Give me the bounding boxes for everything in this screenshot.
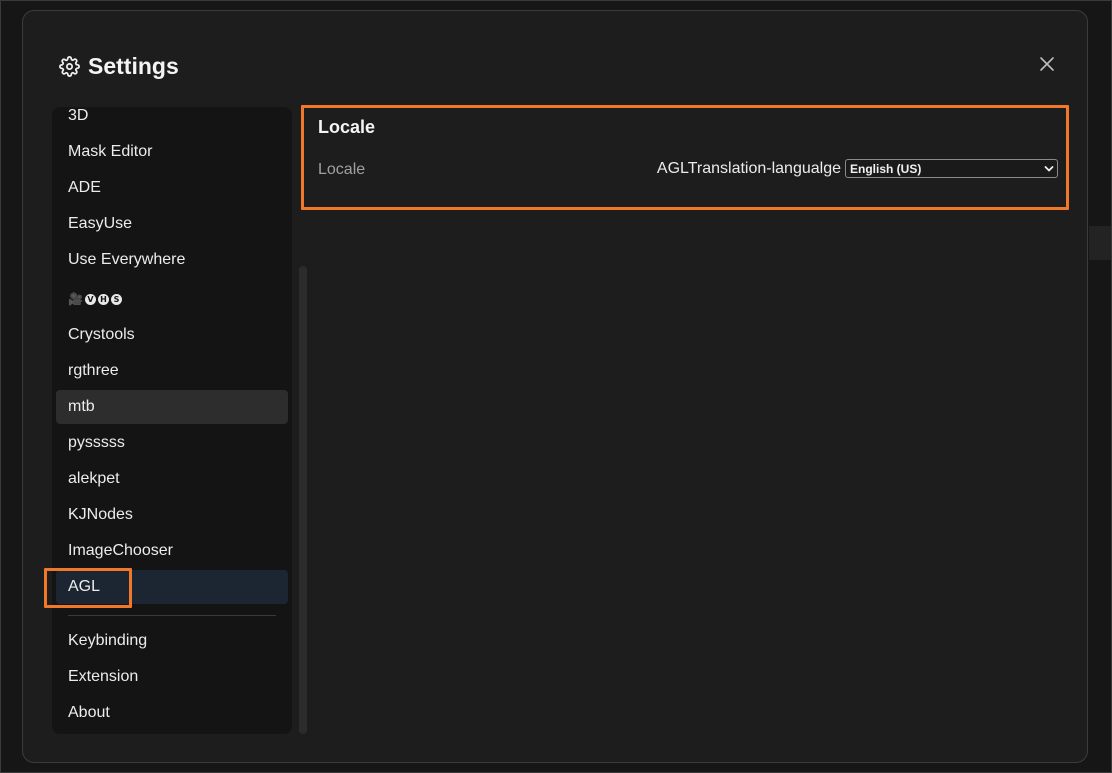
sidebar-item-label: About bbox=[68, 704, 110, 721]
sidebar-item-mask-editor[interactable]: Mask Editor bbox=[56, 135, 288, 169]
circled-v-icon: V bbox=[84, 293, 96, 305]
close-icon[interactable] bbox=[1039, 56, 1055, 77]
sidebar-item-3d[interactable]: 3D bbox=[56, 107, 288, 133]
sidebar-item-label: alekpet bbox=[68, 470, 120, 487]
locale-setting-control: AGLTranslation-langualge English (US) bbox=[657, 159, 1058, 178]
sidebar-item-extension[interactable]: Extension bbox=[56, 660, 288, 694]
sidebar-item-label: 3D bbox=[68, 107, 89, 124]
sidebar-item-label: Use Everywhere bbox=[68, 251, 186, 268]
dialog-header: Settings bbox=[59, 51, 179, 81]
language-select-value: English (US) bbox=[850, 161, 922, 176]
close-button[interactable] bbox=[1036, 55, 1058, 77]
background-panel bbox=[1089, 226, 1111, 260]
vhs-label: 🎥 V H S bbox=[68, 292, 122, 306]
sidebar-item-crystools[interactable]: Crystools bbox=[56, 318, 288, 352]
sidebar-item-alekpet[interactable]: alekpet bbox=[56, 462, 288, 496]
chevron-down-icon bbox=[1044, 162, 1054, 176]
sidebar-item-easyuse[interactable]: EasyUse bbox=[56, 207, 288, 241]
sidebar-item-label: KJNodes bbox=[68, 506, 133, 523]
sidebar-item-label: rgthree bbox=[68, 362, 119, 379]
sidebar-item-label: Extension bbox=[68, 668, 139, 685]
sidebar-item-rgthree[interactable]: rgthree bbox=[56, 354, 288, 388]
screen-frame: Settings 3D Mask Editor ADE EasyUse Use … bbox=[0, 0, 1112, 773]
settings-sidebar: 3D Mask Editor ADE EasyUse Use Everywher… bbox=[52, 107, 292, 734]
dialog-title: Settings bbox=[88, 52, 179, 79]
sidebar-item-keybinding[interactable]: Keybinding bbox=[56, 624, 288, 658]
sidebar-item-agl[interactable]: AGL bbox=[56, 570, 288, 604]
sidebar-item-label: mtb bbox=[68, 398, 95, 415]
sidebar-item-pysssss[interactable]: pysssss bbox=[56, 426, 288, 460]
sidebar-item-label: Keybinding bbox=[68, 632, 148, 649]
panel-heading: Locale bbox=[318, 117, 376, 137]
circled-h-icon: H bbox=[97, 293, 109, 305]
sidebar-item-use-everywhere[interactable]: Use Everywhere bbox=[56, 243, 288, 277]
sidebar-item-imagechooser[interactable]: ImageChooser bbox=[56, 534, 288, 568]
sidebar-item-ade[interactable]: ADE bbox=[56, 171, 288, 205]
sidebar-item-kjnodes[interactable]: KJNodes bbox=[56, 498, 288, 532]
sidebar-item-label: pysssss bbox=[68, 434, 125, 451]
sidebar-item-mtb[interactable]: mtb bbox=[56, 390, 288, 424]
setting-label: Locale bbox=[318, 161, 366, 178]
sidebar-divider bbox=[68, 615, 276, 616]
circled-s-icon: S bbox=[110, 293, 122, 305]
sidebar-item-label: ADE bbox=[68, 179, 101, 196]
sidebar-item-vhs[interactable]: 🎥 V H S bbox=[56, 282, 288, 316]
sidebar-item-label: ImageChooser bbox=[68, 542, 173, 559]
sidebar-item-label: Crystools bbox=[68, 326, 135, 343]
sidebar-item-label: AGL bbox=[68, 578, 101, 595]
sidebar-item-label: Mask Editor bbox=[68, 143, 153, 160]
gear-icon bbox=[59, 55, 80, 77]
settings-dialog: Settings 3D Mask Editor ADE EasyUse Use … bbox=[22, 10, 1088, 763]
movie-camera-icon: 🎥 bbox=[68, 292, 83, 306]
sidebar-scrollbar[interactable] bbox=[299, 266, 307, 734]
sidebar-item-label: EasyUse bbox=[68, 215, 133, 232]
language-select[interactable]: English (US) bbox=[845, 159, 1058, 178]
language-control-label: AGLTranslation-langualge bbox=[656, 159, 841, 177]
locale-section-highlight bbox=[301, 105, 1069, 210]
sidebar-item-about[interactable]: About bbox=[56, 696, 288, 730]
